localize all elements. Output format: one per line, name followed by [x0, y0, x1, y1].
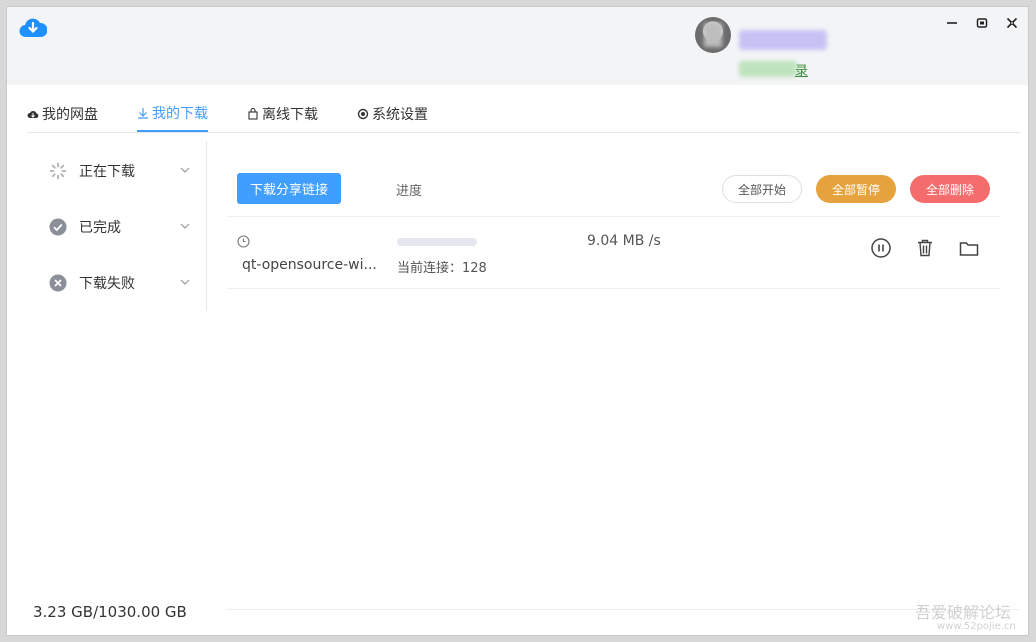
chevron-down-icon	[180, 167, 190, 173]
watermark-url: www.52pojie.cn	[937, 621, 1016, 632]
main-tabs: 我的网盘 我的下载 离线下载 系统设置	[27, 95, 1020, 133]
delete-all-button[interactable]: 全部删除	[910, 175, 990, 203]
sidebar-item-completed[interactable]: 已完成	[49, 213, 190, 241]
username-redacted[interactable]	[739, 30, 827, 50]
download-icon	[138, 107, 148, 119]
connection-count: 当前连接：128	[397, 261, 487, 276]
download-speed: 9.04 MB /s	[587, 233, 661, 249]
chevron-down-icon	[180, 279, 190, 285]
tab-my-cloud[interactable]: 我的网盘	[27, 95, 98, 132]
check-circle-icon	[49, 218, 67, 236]
folder-icon[interactable]	[956, 235, 982, 261]
progress-column-header: 进度	[396, 184, 423, 199]
file-name: qt-opensource-wi...	[242, 257, 377, 273]
tab-label: 我的网盘	[42, 106, 98, 123]
sidebar-item-label: 已完成	[79, 220, 121, 236]
maximize-icon[interactable]	[974, 15, 990, 31]
settings-icon	[357, 108, 369, 119]
app-window: 录 我的网盘 我的下载 离线下载 系统设置 正在下载 已完成 下载失败 下载分享…	[6, 6, 1029, 636]
chevron-down-icon	[180, 223, 190, 229]
progress-bar	[397, 238, 477, 246]
bag-icon	[248, 107, 258, 120]
pause-icon[interactable]	[868, 235, 894, 261]
download-status-sidebar: 正在下载 已完成 下载失败	[27, 141, 207, 311]
storage-usage: 3.23 GB/1030.00 GB	[33, 603, 187, 621]
minimize-icon[interactable]	[944, 15, 960, 31]
download-share-link-button[interactable]: 下载分享链接	[237, 173, 341, 204]
tab-settings[interactable]: 系统设置	[357, 95, 428, 132]
tab-label: 我的下载	[152, 105, 208, 122]
sidebar-item-downloading[interactable]: 正在下载	[49, 157, 190, 185]
title-bar[interactable]: 录	[7, 7, 1028, 85]
close-icon[interactable]	[1004, 15, 1020, 31]
tab-my-downloads[interactable]: 我的下载	[137, 95, 208, 132]
trash-icon[interactable]	[912, 235, 938, 261]
cloud-icon	[27, 110, 39, 118]
tab-offline-download[interactable]: 离线下载	[247, 95, 318, 132]
tab-label: 离线下载	[262, 106, 318, 123]
download-row[interactable]: qt-opensource-wi... 当前连接：128 9.04 MB /s	[227, 217, 1000, 289]
tab-label: 系统设置	[372, 106, 428, 123]
sidebar-item-failed[interactable]: 下载失败	[49, 269, 190, 297]
sidebar-item-label: 正在下载	[79, 164, 135, 180]
login-link-text: 录	[795, 64, 809, 79]
cloud-download-logo-icon	[19, 18, 47, 38]
login-link[interactable]: 录	[739, 59, 809, 79]
window-controls	[944, 15, 1020, 31]
user-avatar[interactable]	[695, 17, 731, 53]
pause-all-button[interactable]: 全部暂停	[816, 175, 896, 203]
footer-divider	[227, 609, 1020, 610]
start-all-button[interactable]: 全部开始	[722, 175, 802, 203]
spinner-icon	[49, 162, 67, 180]
x-circle-icon	[49, 274, 67, 292]
sidebar-item-label: 下载失败	[79, 276, 135, 292]
watermark-text: 吾爱破解论坛	[915, 603, 1012, 622]
clock-icon	[237, 235, 250, 248]
